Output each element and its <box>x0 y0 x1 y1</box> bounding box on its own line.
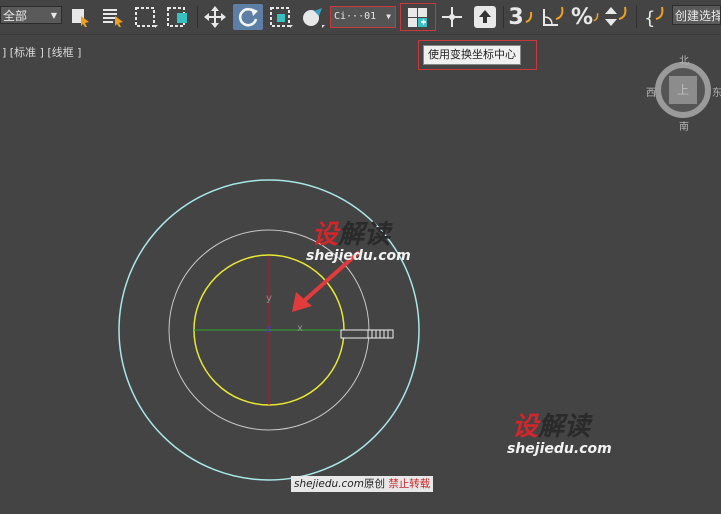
magnet-icon <box>525 11 532 23</box>
select-and-manipulate-button[interactable] <box>437 4 467 30</box>
move-icon <box>204 6 226 28</box>
create-selection-set-label: 创建选择 <box>675 9 721 23</box>
window-crossing-icon <box>167 7 187 27</box>
select-and-place-button[interactable] <box>299 4 327 30</box>
footer-watermark: shejiedu.com原创 禁止转载 <box>291 476 434 492</box>
toolbar-separator <box>503 6 504 28</box>
chevron-down-icon: ▼ <box>386 12 391 21</box>
window-crossing-button[interactable] <box>164 4 192 30</box>
selection-filter-value: 全部 <box>3 9 28 23</box>
slider-handle[interactable] <box>340 329 394 339</box>
snaps-toggle-label: 3 <box>508 4 524 30</box>
select-and-rotate-button[interactable] <box>233 4 263 30</box>
watermark-brand-bottom: 设解读 <box>512 406 590 443</box>
main-toolbar: 全部 ▼ Ci···01 ▼ 3 % {创建选择 <box>0 0 721 35</box>
watermark-brand-rest: 解读 <box>538 412 591 442</box>
named-selection-value: Ci···01 <box>334 11 377 22</box>
select-object-button[interactable] <box>68 4 92 30</box>
rotate-icon <box>238 7 258 27</box>
keyboard-shortcut-override-button[interactable] <box>470 4 500 30</box>
angle-snap-icon <box>543 6 564 26</box>
scale-icon <box>270 7 293 28</box>
select-and-move-button[interactable] <box>201 4 229 30</box>
viewport-scene[interactable]: y z x <box>0 35 721 514</box>
svg-text:{: { <box>644 8 655 29</box>
percent-snap-toggle-button[interactable]: % <box>571 4 599 30</box>
named-selection-sets-icon: { <box>644 6 664 29</box>
select-object-icon <box>72 9 89 27</box>
magnet-icon <box>593 13 599 22</box>
watermark-site-bottom: shejiedu.com <box>507 441 612 457</box>
toolbar-separator <box>197 6 198 28</box>
named-selection-dropdown[interactable]: Ci···01 ▼ <box>330 6 396 28</box>
select-by-name-button[interactable] <box>100 4 126 30</box>
chevron-down-icon: ▼ <box>50 11 57 20</box>
axis-z-label: z <box>266 324 271 335</box>
watermark-site-top: shejiedu.com <box>306 248 411 264</box>
watermark-brand-top: 设解读 <box>312 214 390 251</box>
use-transform-coordinate-center-button[interactable] <box>400 3 436 31</box>
place-icon <box>303 8 325 28</box>
footer-warning: 禁止转载 <box>388 478 431 490</box>
percent-snap-label: % <box>571 4 594 30</box>
rectangle-selection-icon <box>135 7 158 28</box>
transform-center-icon <box>408 8 427 27</box>
selection-filter-dropdown[interactable]: 全部 ▼ <box>0 6 62 24</box>
spinner-snap-icon <box>605 6 627 26</box>
watermark-brand-red: 设 <box>312 220 339 250</box>
spinner-snap-toggle-button[interactable] <box>602 4 630 30</box>
snaps-toggle-button[interactable]: 3 <box>507 4 535 30</box>
select-and-scale-button[interactable] <box>267 4 295 30</box>
footer-original: 原创 <box>363 478 385 490</box>
watermark-brand-rest: 解读 <box>338 220 391 250</box>
axis-y-label: y <box>266 293 272 304</box>
axis-x-label: x <box>297 323 303 334</box>
create-selection-set-field[interactable]: 创建选择 <box>672 5 721 25</box>
select-by-name-icon <box>103 9 123 27</box>
watermark-brand-red: 设 <box>512 412 539 442</box>
toolbar-separator <box>636 6 637 28</box>
shortcut-override-icon <box>474 6 496 28</box>
manipulate-icon <box>442 7 462 27</box>
footer-domain: shejiedu.com <box>294 478 364 490</box>
angle-snap-toggle-button[interactable] <box>539 4 567 30</box>
rectangular-selection-button[interactable] <box>132 4 160 30</box>
edit-named-selection-sets-button[interactable]: { <box>641 4 669 30</box>
